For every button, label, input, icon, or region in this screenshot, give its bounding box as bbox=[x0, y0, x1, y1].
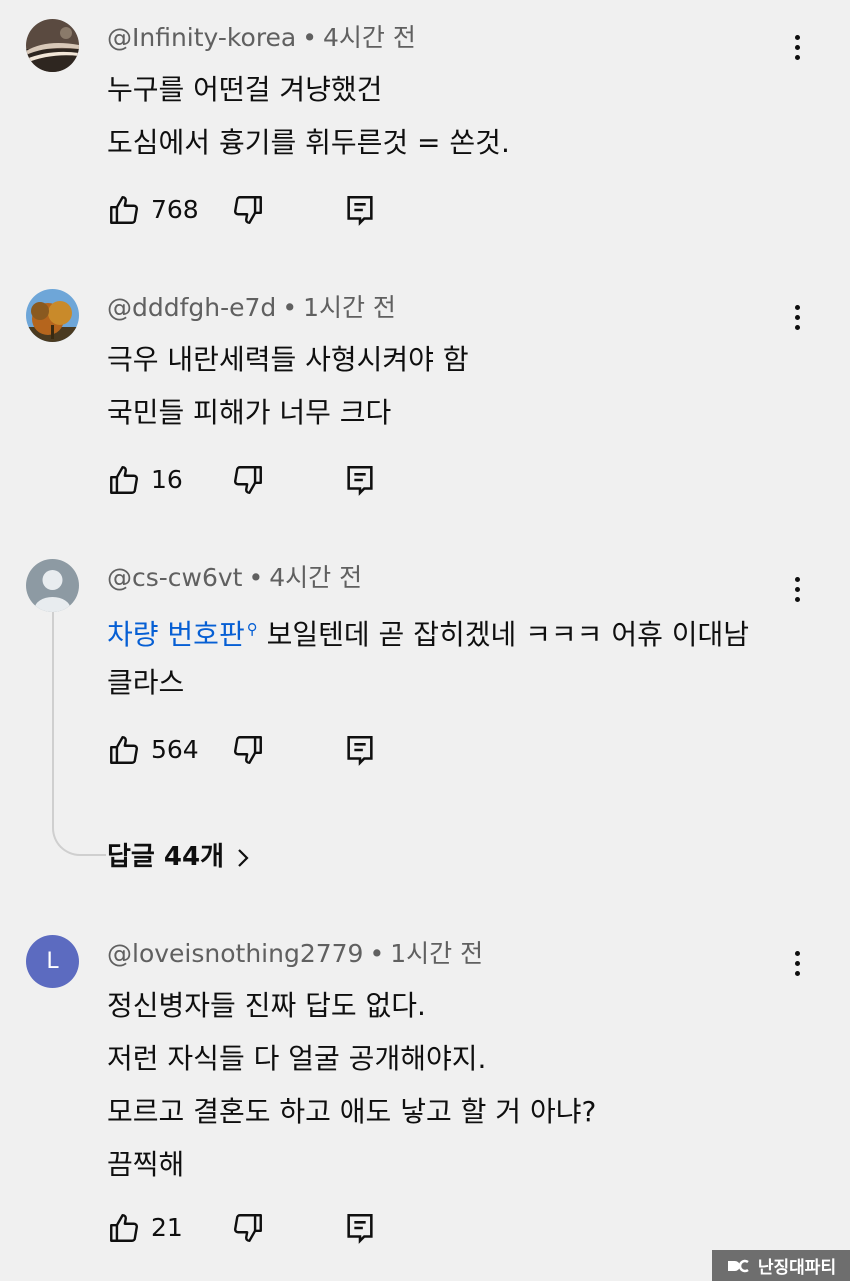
comment-line: 차량 번호판 ⚲ 보일텐데 곧 잡히겠네 ㅋㅋㅋ 어휴 이대남 bbox=[107, 603, 749, 656]
landscape-avatar[interactable] bbox=[26, 19, 79, 72]
comments-page: @Infinity-korea • 4시간 전 누구를 어떤걸 겨냥했건 도심에서 … bbox=[0, 0, 850, 1281]
reply-icon[interactable] bbox=[343, 193, 377, 227]
comment-time[interactable]: 4시간 전 bbox=[269, 563, 362, 592]
default-user-avatar[interactable] bbox=[26, 559, 79, 612]
watermark-text: 난징대파티 bbox=[757, 1258, 837, 1278]
chevron-right-icon bbox=[238, 848, 249, 867]
like-count: 16 bbox=[151, 465, 183, 494]
more-options-icon[interactable] bbox=[782, 27, 812, 67]
comment-time[interactable]: 1시간 전 bbox=[390, 939, 483, 968]
like-count: 768 bbox=[151, 195, 199, 224]
comment-meta: @loveisnothing2779 • 1시간 전 bbox=[107, 935, 483, 973]
comment-line: 누구를 어떤걸 겨냥했건 bbox=[107, 73, 383, 106]
comment-line: 모르고 결혼도 하고 애도 낳고 할 거 아냐? bbox=[107, 1095, 597, 1128]
comment-meta: @cs-cw6vt • 4시간 전 bbox=[107, 559, 362, 597]
more-options-icon[interactable] bbox=[782, 569, 812, 609]
comment-meta: @Infinity-korea • 4시간 전 bbox=[107, 19, 416, 57]
author-handle[interactable]: @loveisnothing2779 bbox=[107, 939, 363, 968]
comment-text: 누구를 어떤걸 겨냥했건 도심에서 흉기를 휘두른것 = 쏜것. bbox=[107, 63, 510, 169]
comment-line-text: 보일텐데 곧 잡히겠네 ㅋㅋㅋ 어휴 이대남 bbox=[257, 618, 750, 651]
comment-text: 차량 번호판 ⚲ 보일텐데 곧 잡히겠네 ㅋㅋㅋ 어휴 이대남 클라스 bbox=[107, 603, 749, 709]
thread-connector-line bbox=[52, 612, 106, 856]
watermark-logo-icon bbox=[727, 1259, 749, 1272]
view-replies-button[interactable]: 답글 44개 bbox=[107, 838, 250, 876]
author-handle[interactable]: @dddfgh-e7d bbox=[107, 293, 276, 322]
avatar-letter: L bbox=[46, 949, 59, 974]
more-options-icon[interactable] bbox=[782, 943, 812, 983]
site-watermark: 난징대파티 bbox=[712, 1250, 850, 1281]
comment-time[interactable]: 1시간 전 bbox=[303, 293, 396, 322]
comment-line: 극우 내란세력들 사형시켜야 함 bbox=[107, 343, 469, 376]
search-link[interactable]: 차량 번호판 ⚲ bbox=[107, 618, 258, 651]
meta-separator: • bbox=[248, 563, 264, 592]
comment-line: 끔찍해 bbox=[107, 1148, 185, 1181]
reply-icon[interactable] bbox=[343, 463, 377, 497]
comment-line: 도심에서 흉기를 휘두른것 = 쏜것. bbox=[107, 126, 510, 159]
search-link-text[interactable]: 차량 번호판 bbox=[107, 618, 245, 651]
comment-line: 클라스 bbox=[107, 666, 185, 699]
comment-line: 국민들 피해가 너무 크다 bbox=[107, 396, 392, 429]
comment-text: 정신병자들 진짜 답도 없다. 저런 자식들 다 얼굴 공개해야지. 모르고 결… bbox=[107, 979, 596, 1191]
thumbs-up-icon[interactable] bbox=[107, 193, 141, 227]
author-handle[interactable]: @Infinity-korea bbox=[107, 23, 296, 52]
autumn-tree-avatar[interactable] bbox=[26, 289, 79, 342]
meta-separator: • bbox=[369, 939, 385, 968]
meta-separator: • bbox=[282, 293, 298, 322]
letter-avatar[interactable]: L bbox=[26, 935, 79, 988]
thumbs-down-icon[interactable] bbox=[231, 1211, 265, 1245]
thumbs-up-icon[interactable] bbox=[107, 463, 141, 497]
thumbs-down-icon[interactable] bbox=[231, 193, 265, 227]
thumbs-down-icon[interactable] bbox=[231, 733, 265, 767]
comment-text: 극우 내란세력들 사형시켜야 함 국민들 피해가 너무 크다 bbox=[107, 333, 469, 439]
like-count: 564 bbox=[151, 735, 199, 764]
thumbs-down-icon[interactable] bbox=[231, 463, 265, 497]
meta-separator: • bbox=[302, 23, 317, 52]
comment-line: 정신병자들 진짜 답도 없다. bbox=[107, 989, 426, 1022]
replies-count-label: 답글 44개 bbox=[107, 842, 224, 872]
author-handle[interactable]: @cs-cw6vt bbox=[107, 563, 243, 592]
reply-icon[interactable] bbox=[343, 733, 377, 767]
reply-icon[interactable] bbox=[343, 1211, 377, 1245]
search-icon: ⚲ bbox=[246, 620, 258, 638]
more-options-icon[interactable] bbox=[782, 297, 812, 337]
thumbs-up-icon[interactable] bbox=[107, 1211, 141, 1245]
comment-meta: @dddfgh-e7d • 1시간 전 bbox=[107, 289, 396, 327]
thumbs-up-icon[interactable] bbox=[107, 733, 141, 767]
like-count: 21 bbox=[151, 1213, 183, 1242]
comment-line: 저런 자식들 다 얼굴 공개해야지. bbox=[107, 1042, 487, 1075]
comment-time[interactable]: 4시간 전 bbox=[323, 23, 416, 52]
